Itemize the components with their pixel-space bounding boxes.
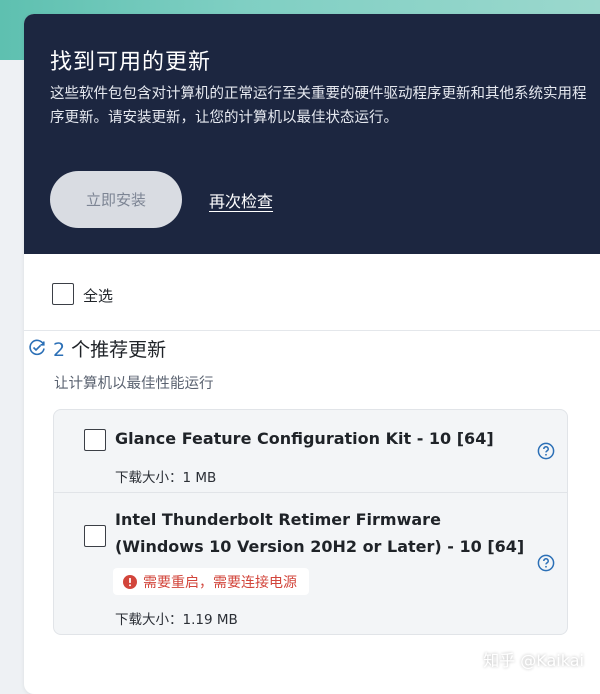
update-checkbox[interactable]	[84, 525, 106, 547]
help-icon[interactable]	[537, 554, 555, 572]
select-all-row: 全选	[24, 254, 600, 331]
hero-banner: 找到可用的更新 这些软件包包含对计算机的正常运行至关重要的硬件驱动程序更新和其他…	[24, 14, 600, 254]
updates-list: Glance Feature Configuration Kit - 10 [6…	[53, 409, 568, 635]
watermark: 知乎 @Kaikai	[483, 651, 584, 670]
update-name: Intel Thunderbolt Retimer Firmware (Wind…	[115, 510, 525, 556]
warning-text: 需要重启，需要连接电源	[143, 574, 297, 591]
update-count: 2	[53, 339, 66, 361]
section-title-text: 个推荐更新	[65, 339, 167, 361]
warning-icon	[123, 574, 137, 589]
section-title: 2 个推荐更新	[53, 335, 166, 362]
select-all-checkbox[interactable]	[52, 283, 74, 305]
refresh-check-icon	[29, 339, 45, 356]
help-icon[interactable]	[537, 442, 555, 460]
warning-badge: 需要重启，需要连接电源	[113, 568, 309, 595]
download-size: 下载大小：1 MB	[115, 470, 217, 486]
hero-description: 这些软件包包含对计算机的正常运行至关重要的硬件驱动程序更新和其他系统实用程序更新…	[50, 86, 587, 126]
recheck-link[interactable]: 再次检查	[209, 188, 273, 212]
install-now-button[interactable]: 立即安装	[50, 171, 182, 228]
section-subtitle: 让计算机以最佳性能运行	[54, 376, 214, 392]
update-name: Glance Feature Configuration Kit - 10 [6…	[115, 429, 494, 448]
page-title: 找到可用的更新	[50, 50, 212, 75]
list-item: Glance Feature Configuration Kit - 10 [6…	[54, 410, 567, 493]
select-all-label: 全选	[83, 287, 114, 305]
update-checkbox[interactable]	[84, 429, 106, 451]
list-item: Intel Thunderbolt Retimer Firmware (Wind…	[54, 492, 567, 635]
download-size: 下载大小：1.19 MB	[115, 612, 238, 628]
